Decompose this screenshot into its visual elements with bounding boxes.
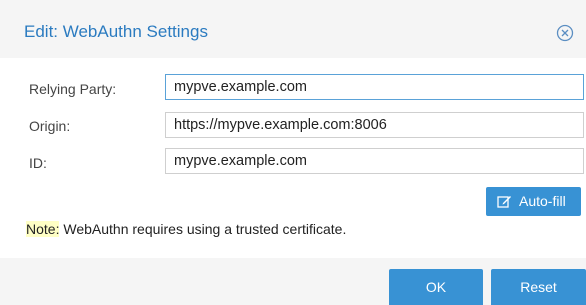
- note-message: WebAuthn requires using a trusted certif…: [59, 221, 347, 237]
- relying-party-input[interactable]: [165, 74, 584, 100]
- dialog-header: Edit: WebAuthn Settings: [0, 0, 586, 58]
- edit-icon: [497, 196, 511, 208]
- dialog-title: Edit: WebAuthn Settings: [24, 22, 208, 41]
- webauthn-settings-dialog: Edit: WebAuthn Settings Relying Party: O…: [0, 0, 586, 305]
- auto-fill-button[interactable]: Auto-fill: [486, 187, 581, 216]
- origin-input[interactable]: [165, 112, 584, 138]
- origin-label: Origin:: [29, 118, 71, 134]
- close-icon[interactable]: [556, 24, 574, 42]
- reset-button[interactable]: Reset: [491, 269, 586, 305]
- auto-fill-label: Auto-fill: [519, 193, 566, 209]
- id-label: ID:: [29, 155, 47, 171]
- note-text: Note: WebAuthn requires using a trusted …: [26, 221, 346, 237]
- ok-button[interactable]: OK: [389, 269, 483, 305]
- note-prefix: Note:: [26, 221, 60, 237]
- relying-party-label: Relying Party:: [29, 81, 117, 97]
- id-input[interactable]: [165, 148, 584, 174]
